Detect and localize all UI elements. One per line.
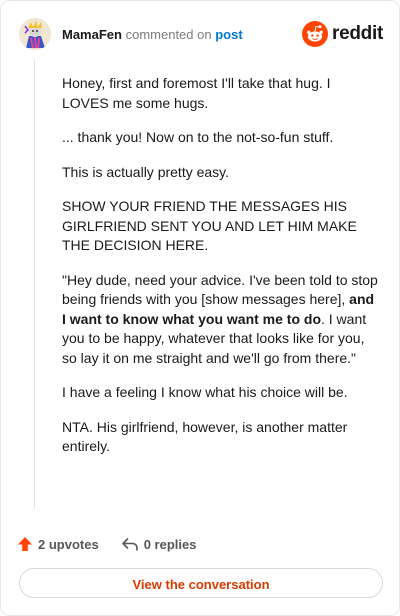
comment-header: MamaFen commented on post reddit xyxy=(19,17,383,51)
view-conversation-button[interactable]: View the conversation xyxy=(19,568,383,598)
brand-wordmark: reddit xyxy=(332,23,383,44)
quote-text: "Hey dude, need your advice. I've been t… xyxy=(62,271,378,308)
upvote-count: 2 upvotes xyxy=(38,536,99,552)
comment-paragraph: I have a feeling I know what his choice … xyxy=(62,384,348,400)
comment-paragraph: NTA. His girlfriend, however, is another… xyxy=(62,418,348,455)
username-link[interactable]: MamaFen xyxy=(62,27,122,42)
comment-meta: MamaFen commented on post xyxy=(62,27,243,42)
comment-actions: 2 upvotes 0 replies xyxy=(17,534,196,554)
comment-paragraph: ... thank you! Now on to the not-so-fun … xyxy=(62,129,334,145)
reddit-brand[interactable]: reddit xyxy=(302,21,383,47)
comment-body: Honey, first and foremost I'll take that… xyxy=(62,74,378,472)
comment-paragraph: "Hey dude, need your advice. I've been t… xyxy=(62,271,378,369)
user-avatar[interactable] xyxy=(19,18,51,50)
reply-count: 0 replies xyxy=(143,536,197,552)
comment-paragraph: This is actually pretty easy. xyxy=(62,163,230,180)
comment-paragraph: Honey, first and foremost I'll take that… xyxy=(62,75,331,111)
meta-verb: commented on xyxy=(125,27,212,42)
post-link[interactable]: post xyxy=(215,27,242,42)
thread-line xyxy=(34,59,35,509)
comment-card: MamaFen commented on post reddit Honey, … xyxy=(0,0,400,616)
reply-button[interactable]: 0 replies xyxy=(121,536,197,552)
reddit-snoo-icon xyxy=(302,21,329,47)
upvote-arrow-icon xyxy=(18,537,32,551)
avatar-icon xyxy=(19,18,51,50)
comment-paragraph: SHOW YOUR FRIEND THE MESSAGES HIS GIRLFR… xyxy=(62,198,357,253)
reply-arrow-icon xyxy=(121,538,138,551)
upvote-button[interactable]: 2 upvotes xyxy=(17,536,99,552)
